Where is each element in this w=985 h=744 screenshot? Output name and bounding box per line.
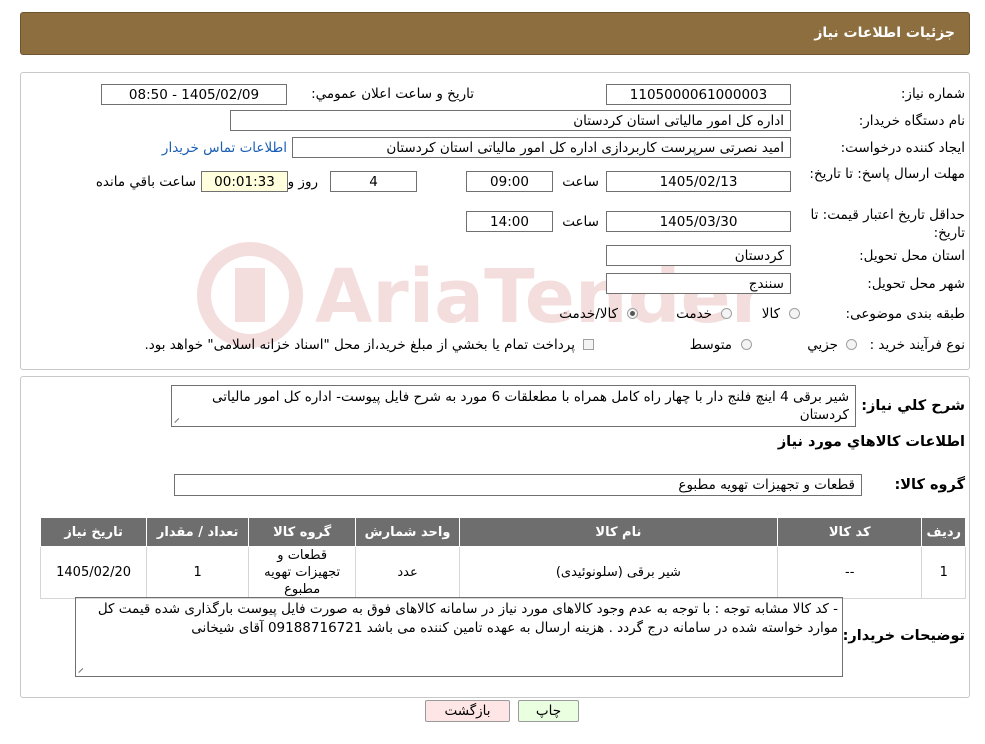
province-field: کردستان [606,245,791,266]
description-text: شیر برقی 4 اینچ فلنج دار با چهار راه کام… [212,389,849,423]
buyer-notes-label: توضيحات خريدار: [842,628,965,644]
page-header: جزئیات اطلاعات نیاز [20,12,970,55]
category-option-service: خدمت [676,306,712,322]
need-number-label: شماره نیاز: [900,86,965,102]
svg-text:AriaTender.neT: AriaTender.neT [315,254,755,340]
process-option-medium: متوسط [689,337,732,353]
goods-group-field: قطعات و تجهیزات تهویه مطبوع [174,474,862,496]
category-radio-goods[interactable] [789,308,800,319]
page-title: جزئیات اطلاعات نیاز [814,25,955,41]
back-button[interactable]: بازگشت [425,700,510,722]
table-header-row: رديف کد کالا نام کالا واحد شمارش گروه کا… [39,517,966,547]
deadline-time-label: ساعت [562,174,599,190]
city-field: سنندج [606,273,791,294]
category-radio-goods-service[interactable] [627,308,638,319]
description-textarea[interactable]: شیر برقی 4 اینچ فلنج دار با چهار راه کام… [171,385,856,427]
cell-need-date: 1405/02/20 [39,546,148,599]
col-header-unit: واحد شمارش [355,517,460,547]
col-header-row-number: رديف [921,517,966,547]
cell-code: -- [776,546,923,599]
remaining-time-field: 00:01:33 [201,171,288,192]
table-row: 1 -- شیر برقی (سلونوئیدی) عدد قطعات و تج… [39,546,966,599]
process-note: پرداخت تمام يا بخشي از مبلغ خريد،از محل … [144,337,575,353]
cell-row-number: 1 [921,546,966,599]
resize-grip-icon[interactable] [174,416,182,424]
announce-field: 1405/02/09 - 08:50 [101,84,287,105]
goods-section-title: اطلاعات کالاهاي مورد نياز [777,434,965,450]
creator-field: امید نصرتی سرپرست کاربردازی اداره کل امو… [292,137,791,158]
items-table: رديف کد کالا نام کالا واحد شمارش گروه کا… [39,517,966,599]
remaining-label: ساعت باقي مانده [95,174,196,190]
process-label: نوع فرآیند خرید : [869,337,965,353]
col-header-quantity: تعداد / مقدار [146,517,250,547]
price-validity-label: حداقل تاريخ اعتبار قيمت: تا تاریخ: [810,207,965,241]
buyer-notes-text: - کد کالا مشابه توجه : با توجه به عدم وج… [97,601,838,636]
col-header-group: گروه کالا [248,517,357,547]
process-option-minor: جزيي [807,337,838,353]
process-radio-medium[interactable] [741,339,752,350]
resize-grip-icon[interactable] [78,666,86,674]
announce-label: تاریخ و ساعت اعلان عمومي: [311,86,474,102]
col-header-name: نام کالا [458,517,778,547]
category-label: طبقه بندی موضوعی: [845,306,965,322]
goods-group-label: گروه کالا: [894,477,965,493]
category-option-goods-service: کالا/خدمت [559,306,618,322]
category-option-goods: کالا [761,306,780,322]
buyer-contact-link[interactable]: اطلاعات تماس خريدار [162,140,287,156]
treasury-checkbox[interactable] [583,339,594,350]
days-label: روز و [287,174,318,190]
deadline-time-field: 09:00 [466,171,553,192]
buyer-org-label: نام دستگاه خريدار: [858,113,965,129]
category-radio-service[interactable] [721,308,732,319]
days-field: 4 [330,171,417,192]
description-label: شرح کلي نياز: [861,398,965,414]
print-button[interactable]: چاپ [518,700,579,722]
cell-quantity: 1 [146,546,250,599]
process-radio-minor[interactable] [846,339,857,350]
cell-group: قطعات و تجهیزات تهویه مطبوع [248,546,357,599]
need-number-field: 1105000061000003 [606,84,791,105]
creator-label: ایجاد کننده درخواست: [840,140,965,156]
col-header-need-date: تاريخ نياز [39,517,148,547]
cell-name: شیر برقی (سلونوئیدی) [458,546,778,599]
deadline-date-field: 1405/02/13 [606,171,791,192]
price-validity-date-field: 1405/03/30 [606,211,791,232]
province-label: استان محل تحويل: [859,248,965,264]
city-label: شهر محل تحويل: [867,276,965,292]
cell-unit: عدد [355,546,460,599]
col-header-code: کد کالا [776,517,923,547]
price-validity-time-label: ساعت [562,214,599,230]
buyer-org-field: اداره کل امور مالیاتی استان کردستان [230,110,791,131]
price-validity-time-field: 14:00 [466,211,553,232]
buyer-notes-textarea[interactable]: - کد کالا مشابه توجه : با توجه به عدم وج… [75,597,843,677]
deadline-label: مهلت ارسال پاسخ: تا تاریخ: [809,166,965,182]
